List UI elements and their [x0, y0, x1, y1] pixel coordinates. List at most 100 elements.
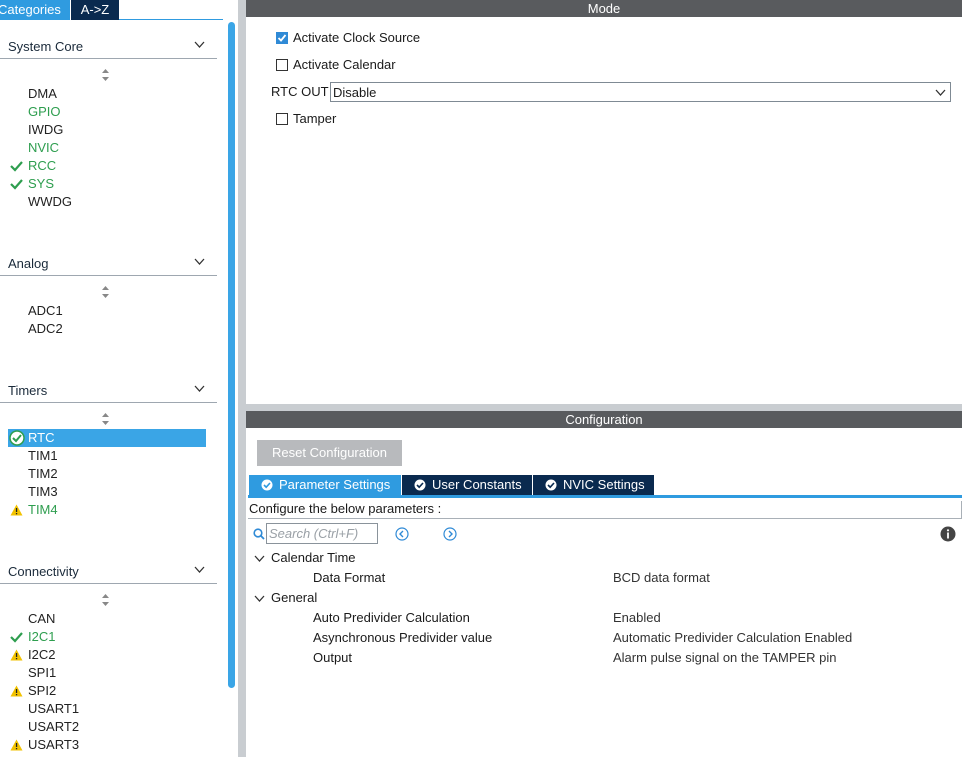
section-title: Analog [8, 256, 49, 271]
scrollbar-thumb[interactable] [228, 22, 235, 688]
select-value: Disable [333, 85, 377, 100]
chevron-down-icon [254, 595, 265, 602]
list-item-usart3[interactable]: USART3 [8, 736, 206, 754]
list-item-tim4[interactable]: TIM4 [8, 501, 206, 519]
item-label: I2C2 [28, 647, 56, 662]
section-header-analog[interactable]: Analog [0, 250, 217, 276]
tab-nvic-settings[interactable]: NVIC Settings [533, 475, 654, 495]
param-name: Output [313, 650, 353, 665]
checkbox-label: Tamper [293, 111, 337, 126]
search-input[interactable] [266, 523, 378, 544]
item-label: DMA [28, 86, 57, 101]
item-label: USART1 [28, 701, 80, 716]
chevron-down-icon [194, 385, 205, 392]
item-label: SYS [28, 176, 55, 191]
next-icon[interactable] [443, 527, 457, 541]
warning-icon [10, 739, 23, 751]
previous-icon[interactable] [395, 527, 409, 541]
list-item-rcc[interactable]: RCC [8, 157, 206, 175]
panel-splitter[interactable] [238, 0, 246, 757]
param-value[interactable]: Enabled [613, 610, 661, 625]
tab-underline [248, 495, 962, 498]
param-row-async-predivider[interactable]: Asynchronous Predivider value Automatic … [313, 629, 953, 647]
item-label: SPI1 [28, 665, 57, 680]
group-label: Calendar Time [271, 550, 356, 565]
item-label: ADC2 [28, 321, 63, 336]
section-header-connectivity[interactable]: Connectivity [0, 558, 217, 584]
section-title: Timers [8, 383, 48, 398]
list-item-i2c1[interactable]: I2C1 [8, 628, 206, 646]
rtc-out-select[interactable]: Disable [330, 82, 951, 102]
list-item-can[interactable]: CAN [8, 610, 206, 628]
param-row-data-format[interactable]: Data Format BCD data format [313, 569, 953, 587]
chevron-down-icon [194, 566, 205, 573]
list-item-adc2[interactable]: ADC2 [8, 320, 206, 338]
item-label: CAN [28, 611, 56, 626]
checkbox-label: Activate Calendar [293, 57, 396, 72]
list-item-iwdg[interactable]: IWDG [8, 121, 206, 139]
section-header-system-core[interactable]: System Core [0, 33, 217, 59]
checkbox-box[interactable] [276, 59, 288, 71]
list-item-spi1[interactable]: SPI1 [8, 664, 206, 682]
list-item-dma[interactable]: DMA [8, 85, 206, 103]
item-label: TIM4 [28, 502, 58, 517]
item-label: TIM3 [28, 484, 58, 499]
tab-label: User Constants [432, 477, 522, 492]
item-label: ADC1 [28, 303, 63, 318]
configuration-panel: Configuration Reset Configuration Parame… [246, 411, 962, 757]
list-item-tim1[interactable]: TIM1 [8, 447, 206, 465]
sort-icon[interactable] [101, 413, 110, 425]
checkbox-label: Activate Clock Source [293, 30, 421, 45]
param-name: Data Format [313, 570, 386, 585]
list-item-adc1[interactable]: ADC1 [8, 302, 206, 320]
tab-parameter-settings[interactable]: Parameter Settings [249, 475, 401, 495]
sort-icon[interactable] [101, 594, 110, 606]
list-item-gpio[interactable]: GPIO [8, 103, 206, 121]
configuration-title: Configuration [246, 411, 962, 428]
sort-icon[interactable] [101, 286, 110, 298]
item-label: TIM1 [28, 448, 58, 463]
param-value[interactable]: Automatic Predivider Calculation Enabled [613, 630, 852, 645]
warning-icon [10, 685, 23, 697]
item-label: SPI2 [28, 683, 57, 698]
warning-icon [10, 504, 23, 516]
check-icon [10, 632, 23, 643]
param-name: Auto Predivider Calculation [313, 610, 470, 625]
check-icon [10, 179, 23, 190]
list-item-wwdg[interactable]: WWDG [8, 193, 206, 211]
checkbox-box[interactable] [276, 113, 288, 125]
param-row-auto-predivider[interactable]: Auto Predivider Calculation Enabled [313, 609, 953, 627]
section-title: Connectivity [8, 564, 79, 579]
reset-configuration-button[interactable]: Reset Configuration [257, 440, 402, 466]
item-label: RTC [28, 430, 55, 445]
list-item-usart2[interactable]: USART2 [8, 718, 206, 736]
checkbox-box[interactable] [276, 32, 288, 44]
list-item-nvic[interactable]: NVIC [8, 139, 206, 157]
mode-panel: Mode Activate Clock Source Activate Cale… [246, 0, 962, 404]
tab-a-to-z[interactable]: A->Z [71, 0, 119, 20]
sort-icon[interactable] [101, 69, 110, 81]
info-icon[interactable] [940, 526, 956, 542]
rtc-out-label: RTC OUT [271, 84, 329, 99]
list-item-spi2[interactable]: SPI2 [8, 682, 206, 700]
list-item-tim3[interactable]: TIM3 [8, 483, 206, 501]
item-label: RCC [28, 158, 57, 173]
horizontal-splitter[interactable] [246, 404, 962, 411]
parameters-caption: Configure the below parameters : [248, 501, 962, 519]
tab-user-constants[interactable]: User Constants [402, 475, 532, 495]
list-item-sys[interactable]: SYS [8, 175, 206, 193]
item-label: USART3 [28, 737, 80, 752]
list-item-rtc[interactable]: RTC [8, 429, 206, 447]
warning-icon [10, 649, 23, 661]
param-value[interactable]: BCD data format [613, 570, 710, 585]
section-header-timers[interactable]: Timers [0, 377, 217, 403]
item-label: GPIO [28, 104, 61, 119]
check-circle-icon [261, 479, 273, 491]
list-item-i2c2[interactable]: I2C2 [8, 646, 206, 664]
param-value[interactable]: Alarm pulse signal on the TAMPER pin [613, 650, 837, 665]
category-tabs: Categories A->Z [0, 0, 238, 20]
list-item-usart1[interactable]: USART1 [8, 700, 206, 718]
tab-categories[interactable]: Categories [0, 0, 70, 20]
param-row-output[interactable]: Output Alarm pulse signal on the TAMPER … [313, 649, 953, 667]
list-item-tim2[interactable]: TIM2 [8, 465, 206, 483]
